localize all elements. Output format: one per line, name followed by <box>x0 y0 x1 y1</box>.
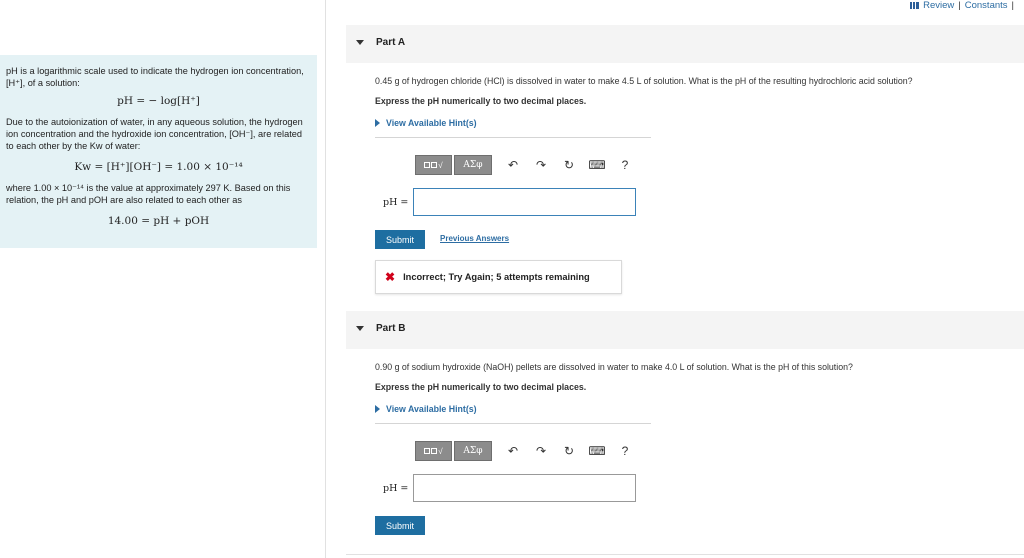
part-a-input-row: pH = <box>383 188 637 216</box>
part-a-header[interactable]: Part A <box>346 25 1024 63</box>
expand-triangle-icon <box>375 405 380 413</box>
error-x-icon: ✖ <box>385 270 396 284</box>
ph-poh-equation: 14.00 = pH + pOH <box>107 215 210 227</box>
intro-paragraph-2: Due to the autoionization of water, in a… <box>6 117 303 151</box>
ph-equation: pH = − log[H⁺] <box>117 95 200 107</box>
expand-triangle-icon <box>375 119 380 127</box>
part-a-input-label: pH = <box>383 196 409 208</box>
part-b-instruction: Express the pH numerically to two decima… <box>375 382 587 392</box>
part-b-title: Part B <box>376 323 406 334</box>
intro-paragraph-3: where 1.00 × 10⁻¹⁴ is the value at appro… <box>6 183 291 205</box>
part-a-hint-label: View Available Hint(s) <box>386 118 477 128</box>
keyboard-icon[interactable]: ⌨ <box>586 441 608 461</box>
help-icon[interactable]: ? <box>614 441 636 461</box>
part-a-instruction: Express the pH numerically to two decima… <box>375 96 587 106</box>
greek-symbols-icon[interactable]: ΑΣφ <box>454 441 492 461</box>
part-a-answer-box: √ ΑΣφ ↶ ↷ ↻ ⌨ ? pH = <box>375 137 651 232</box>
part-a-title: Part A <box>376 37 406 48</box>
part-b-toolbar: √ ΑΣφ ↶ ↷ ↻ ⌨ ? <box>415 440 636 462</box>
collapse-triangle-icon[interactable] <box>356 40 364 45</box>
templates-icon[interactable]: √ <box>415 155 452 175</box>
review-bars-icon <box>910 1 920 9</box>
greek-label: ΑΣφ <box>463 446 483 456</box>
help-icon[interactable]: ? <box>614 155 636 175</box>
templates-icon[interactable]: √ <box>415 441 452 461</box>
link-separator: | <box>958 0 961 11</box>
help-label: ? <box>621 158 629 172</box>
collapse-triangle-icon[interactable] <box>356 326 364 331</box>
reset-icon[interactable]: ↻ <box>558 441 580 461</box>
left-column: pH is a logarithmic scale used to indica… <box>0 0 326 558</box>
kw-equation: Kw = [H⁺][OH⁻] = 1.00 × 10⁻¹⁴ <box>74 161 243 173</box>
trailing-separator: | <box>1011 0 1014 11</box>
part-a-feedback: ✖ Incorrect; Try Again; 5 attempts remai… <box>375 260 622 294</box>
previous-answers-link[interactable]: Previous Answers <box>440 234 509 243</box>
redo-icon[interactable]: ↷ <box>530 441 552 461</box>
greek-label: ΑΣφ <box>463 160 483 170</box>
part-b-header[interactable]: Part B <box>346 311 1024 349</box>
part-a-answer-input[interactable] <box>413 188 637 216</box>
part-b-submit-button[interactable]: Submit <box>375 516 425 535</box>
part-a-toolbar: √ ΑΣφ ↶ ↷ ↻ ⌨ ? <box>415 154 636 176</box>
help-label: ? <box>621 444 629 458</box>
redo-icon[interactable]: ↷ <box>530 155 552 175</box>
undo-icon[interactable]: ↶ <box>502 155 524 175</box>
keyboard-icon[interactable]: ⌨ <box>586 155 608 175</box>
part-b-answer-input[interactable] <box>413 474 637 502</box>
part-b-question: 0.90 g of sodium hydroxide (NaOH) pellet… <box>375 362 853 372</box>
greek-symbols-icon[interactable]: ΑΣφ <box>454 155 492 175</box>
bottom-divider <box>346 554 1024 555</box>
part-b-input-row: pH = <box>383 474 637 502</box>
part-b-hint-link[interactable]: View Available Hint(s) <box>375 404 477 414</box>
feedback-message: Incorrect; Try Again; 5 attempts remaini… <box>403 272 590 282</box>
part-b-answer-box: √ ΑΣφ ↶ ↷ ↻ ⌨ ? pH = <box>375 423 651 518</box>
undo-icon[interactable]: ↶ <box>502 441 524 461</box>
intro-panel: pH is a logarithmic scale used to indica… <box>0 55 317 248</box>
review-link[interactable]: Review <box>923 0 954 11</box>
part-b-input-label: pH = <box>383 482 409 494</box>
constants-link[interactable]: Constants <box>965 0 1008 11</box>
intro-paragraph-1: pH is a logarithmic scale used to indica… <box>6 66 304 88</box>
part-a-question: 0.45 g of hydrogen chloride (HCl) is dis… <box>375 76 913 86</box>
reset-icon[interactable]: ↻ <box>558 155 580 175</box>
top-links: Review | Constants | <box>910 0 1018 11</box>
part-a-submit-button[interactable]: Submit <box>375 230 425 249</box>
part-b-hint-label: View Available Hint(s) <box>386 404 477 414</box>
part-a-hint-link[interactable]: View Available Hint(s) <box>375 118 477 128</box>
